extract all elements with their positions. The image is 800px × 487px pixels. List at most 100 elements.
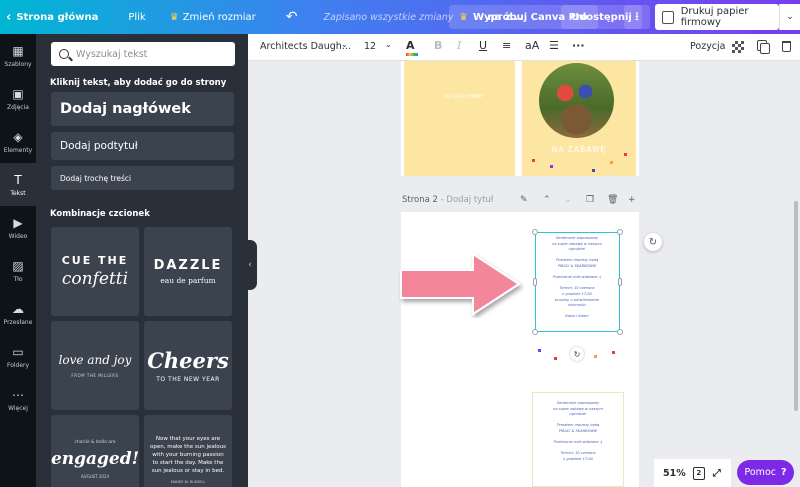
font-combo-tile[interactable]: Cheers TO THE NEW YEAR: [144, 321, 232, 410]
file-menu-button[interactable]: Plik: [120, 0, 153, 34]
invitation-card-copy[interactable]: Serdecznie zapraszamy na super zabawę w …: [532, 392, 624, 487]
video-icon: ▶: [13, 215, 23, 230]
undo-icon: ↶: [285, 9, 298, 25]
rail-item-folders[interactable]: ▭ Foldery: [0, 335, 36, 378]
more-icon: ⋯: [12, 387, 24, 402]
list-icon[interactable]: ☰: [549, 39, 559, 52]
font-combo-tile[interactable]: Now that your eyes are open, make the su…: [144, 415, 232, 487]
rail-item-background[interactable]: ▨ Tło: [0, 249, 36, 292]
rail-item-text[interactable]: T Tekst: [0, 163, 36, 206]
text-selection-box[interactable]: [532, 229, 623, 335]
collapse-panel-handle[interactable]: ‹: [243, 240, 257, 290]
chevron-down-icon[interactable]: ⌄: [341, 40, 348, 49]
rotate-handle[interactable]: ↻: [570, 347, 584, 361]
combo-line: CUE THE: [61, 254, 129, 267]
search-box[interactable]: [51, 42, 235, 66]
vertical-scrollbar[interactable]: [794, 201, 798, 411]
refresh-icon[interactable]: ↻: [644, 233, 662, 251]
bold-icon[interactable]: B: [434, 39, 442, 52]
resize-label: Zmień rozmiar: [182, 11, 256, 23]
page1-left-panel[interactable]: TU LOGO FIRMY: [404, 61, 515, 176]
duplicate-page-icon[interactable]: ❐: [586, 195, 594, 205]
resize-handle[interactable]: [617, 329, 623, 335]
confetti: [554, 357, 557, 360]
print-options-button[interactable]: ⌄: [779, 4, 800, 30]
rail-item-templates[interactable]: ▦ Szablony: [0, 34, 36, 77]
confetti: [624, 153, 627, 156]
rail-item-more[interactable]: ⋯ Więcej: [0, 378, 36, 421]
confetti: [592, 169, 595, 172]
add-heading-button[interactable]: Dodaj nagłówek: [51, 92, 234, 126]
text-color-icon[interactable]: A: [406, 39, 415, 52]
panel-hint: Kliknij tekst, aby dodać go do strony: [50, 78, 227, 88]
kids-photo[interactable]: [539, 63, 614, 138]
rail-item-video[interactable]: ▶ Wideo: [0, 206, 36, 249]
page2-label: Strona 2: [402, 195, 438, 205]
letter-case-icon[interactable]: aA: [525, 39, 539, 52]
resize-handle[interactable]: [533, 278, 537, 286]
left-rail: ▦ Szablony ▣ Zdjęcia ◈ Elementy T Tekst …: [0, 34, 36, 487]
confetti: [538, 349, 541, 352]
search-input[interactable]: [76, 48, 226, 60]
resize-handle[interactable]: [617, 229, 623, 235]
rail-item-uploads[interactable]: ☁ Przesłane: [0, 292, 36, 335]
add-page-icon[interactable]: +: [628, 195, 636, 205]
invite-line: o godzinie 17:00: [563, 456, 593, 461]
combo-line: MANDY W. RUSSELL: [170, 480, 206, 484]
help-button[interactable]: Pomoc ?: [737, 460, 794, 485]
zoom-controls[interactable]: 51% 2 ⤢: [654, 459, 731, 487]
banner-text[interactable]: NA ZABAWĘ: [522, 145, 636, 154]
italic-icon[interactable]: I: [457, 39, 461, 52]
resize-handle[interactable]: [532, 329, 538, 335]
download-button[interactable]: ⭳: [624, 5, 650, 29]
add-subheading-button[interactable]: Dodaj podtytuł: [51, 132, 234, 160]
rail-label: Szablony: [4, 60, 32, 68]
underline-icon[interactable]: U: [479, 39, 487, 52]
rail-item-photos[interactable]: ▣ Zdjęcia: [0, 77, 36, 120]
chevron-down-icon[interactable]: ⌄: [564, 195, 572, 205]
add-body-text-button[interactable]: Dodaj trochę treści: [51, 166, 234, 190]
text-panel: Kliknij tekst, aby dodać go do strony Do…: [36, 34, 248, 487]
chevron-down-icon[interactable]: ⌄: [385, 40, 392, 49]
trash-icon[interactable]: [782, 41, 791, 52]
font-combo-tile[interactable]: love and joy FROM THE MILLERS: [51, 321, 139, 410]
page-count-icon[interactable]: 2: [692, 466, 705, 480]
resize-handle[interactable]: [532, 229, 538, 235]
add-title-hint[interactable]: - Dodaj tytuł: [441, 195, 494, 205]
more-options-icon[interactable]: ···: [572, 39, 585, 52]
resize-handle[interactable]: [618, 278, 622, 286]
font-size-input[interactable]: 12: [364, 41, 376, 52]
home-label: Strona główna: [16, 11, 99, 23]
home-button[interactable]: ‹ Strona główna: [0, 0, 106, 34]
download-icon: ⭳: [634, 8, 640, 23]
rotate-icon: ↻: [573, 349, 581, 359]
page-note-icon[interactable]: ✎: [520, 195, 528, 205]
help-label: Pomoc: [744, 467, 776, 478]
combo-line: AUGUST 2024: [80, 474, 110, 479]
combo-line: engaged!: [51, 449, 139, 469]
delete-page-icon[interactable]: 🗑: [607, 195, 618, 205]
position-button[interactable]: Pozycja: [690, 41, 726, 52]
shapes-icon: ◈: [13, 129, 23, 144]
page1-right-panel[interactable]: NA ZABAWĘ: [522, 61, 636, 176]
align-center-icon[interactable]: ≡: [502, 39, 511, 52]
resize-button[interactable]: ♛ Zmień rozmiar: [162, 0, 264, 34]
font-family-select[interactable]: Architects Daugh...: [260, 41, 351, 52]
print-button[interactable]: Drukuj papier firmowy: [655, 4, 779, 30]
question-icon: ?: [780, 467, 787, 478]
combo-line: confetti: [61, 269, 129, 289]
confetti: [594, 355, 597, 358]
transparency-icon[interactable]: [732, 41, 744, 53]
chevron-up-icon[interactable]: ⌃: [543, 195, 551, 205]
zoom-level[interactable]: 51%: [663, 468, 686, 479]
duplicate-icon[interactable]: [757, 40, 770, 54]
page-1[interactable]: TU LOGO FIRMY NA ZABAWĘ: [401, 61, 639, 176]
font-combo-tile[interactable]: charlie & bella are engaged! AUGUST 2024: [51, 415, 139, 487]
font-combo-tile[interactable]: CUE THE confetti: [51, 227, 139, 316]
rail-item-elements[interactable]: ◈ Elementy: [0, 120, 36, 163]
font-combo-tile[interactable]: DAZZLE eau de parfum: [144, 227, 232, 316]
pattern-icon: ▨: [12, 258, 24, 273]
undo-button[interactable]: ↶: [278, 0, 306, 34]
fullscreen-icon[interactable]: ⤢: [713, 468, 721, 479]
invitation-text[interactable]: Serdecznie zapraszamy na super zabawę w …: [539, 401, 617, 463]
